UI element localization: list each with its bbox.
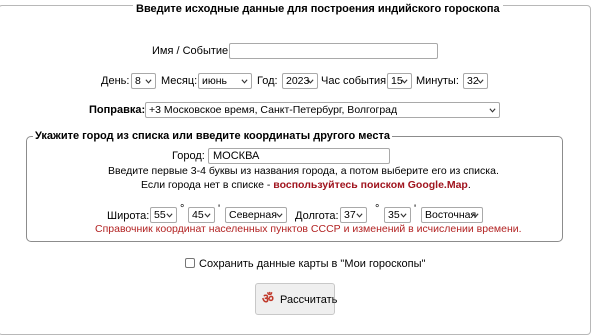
chevron-down-icon [489,108,496,113]
chevron-down-icon [204,213,211,218]
city-hint-map: Если города нет в списке - воспользуйтес… [141,178,471,192]
longitude-degrees-select[interactable]: 37 [340,207,367,223]
year-select-value: 2023 [286,75,310,87]
chevron-down-icon [276,213,283,218]
month-select[interactable]: июнь [198,73,252,89]
save-chart-label: Сохранить данные карты в "Мои гороскопы" [199,258,426,270]
name-input[interactable] [229,43,438,59]
year-label: Год: [257,75,278,87]
hour-select[interactable]: 15 [387,73,412,89]
chevron-down-icon [477,79,484,84]
day-select[interactable]: 8 [131,73,156,89]
save-chart-checkbox[interactable] [185,258,195,268]
chevron-down-icon [307,79,314,84]
longitude-degrees-value: 37 [344,209,356,221]
timezone-select[interactable]: +3 Московское время, Санкт-Петербург, Во… [145,102,500,118]
calculate-button[interactable]: ॐ Рассчитать [255,283,338,315]
month-label: Месяц: [161,75,198,87]
degree-symbol: ° [375,203,380,215]
correction-label: Поправка: [89,104,146,116]
timezone-select-value: +3 Московское время, Санкт-Петербург, Во… [149,104,398,116]
chevron-down-icon [166,213,173,218]
main-form-legend: Введите исходные данные для построения и… [133,3,503,15]
latitude-degrees-value: 55 [154,209,166,221]
name-label: Имя / Событие: [152,45,232,57]
city-input[interactable]: МОСКВА [208,148,390,164]
longitude-minutes-select[interactable]: 35 [384,207,411,223]
minute-label: Минуты: [416,75,459,87]
longitude-direction-select[interactable]: Восточная [421,207,483,223]
degree-symbol: ° [180,203,185,215]
city-hint: Введите первые 3-4 буквы из названия гор… [108,165,499,177]
chevron-down-icon [472,213,479,218]
coordinates-reference-link[interactable]: Справочник координат населенных пунктов … [95,222,522,236]
chevron-down-icon [145,79,152,84]
minute-symbol: ' [218,203,221,215]
hour-label: Час события: [321,75,390,87]
longitude-direction-value: Восточная [425,209,477,221]
longitude-label: Долгота: [295,210,339,222]
month-select-value: июнь [202,75,228,87]
city-hint-prefix: Если города нет в списке - [141,179,274,191]
latitude-label: Широта: [107,210,150,222]
latitude-direction-select[interactable]: Северная [225,207,287,223]
day-label: День: [101,75,130,87]
chevron-down-icon [401,79,408,84]
chevron-down-icon [356,213,363,218]
minute-select[interactable]: 32 [463,73,488,89]
google-map-link[interactable]: воспользуйтесь поиском Google.Map [273,179,468,191]
location-legend: Укажите город из списка или введите коор… [33,130,392,142]
city-label: Город: [172,150,205,162]
latitude-direction-value: Северная [229,209,277,221]
latitude-degrees-select[interactable]: 55 [150,207,177,223]
chevron-down-icon [241,79,248,84]
day-select-value: 8 [135,75,141,87]
chevron-down-icon [400,213,407,218]
city-hint-suffix: . [467,179,471,191]
om-icon: ॐ [262,291,274,306]
minute-symbol: ' [414,203,417,215]
year-select[interactable]: 2023 [282,73,318,89]
longitude-minutes-value: 35 [388,209,400,221]
latitude-minutes-value: 45 [192,209,204,221]
calculate-button-label: Рассчитать [280,294,338,306]
latitude-minutes-select[interactable]: 45 [188,207,215,223]
